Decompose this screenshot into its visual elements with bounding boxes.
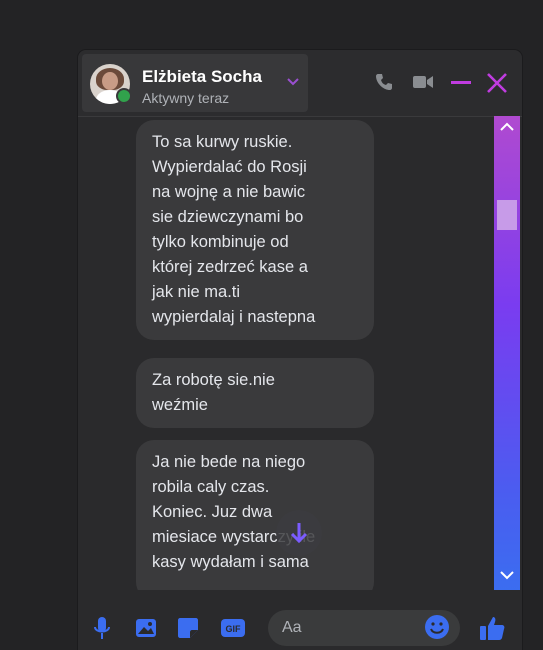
contact-name: Elżbieta Socha [142,67,262,86]
message-line: Ja nie bede na niego [152,453,306,471]
sticker-icon[interactable] [176,616,200,645]
chat-window: Elżbieta Socha Aktywny teraz To sa kurwy… [78,50,522,650]
message-line: wypierdalaj i nastepna [152,308,316,326]
scroll-down-icon[interactable] [497,566,517,589]
thumbs-up-icon[interactable] [478,614,506,647]
message-line: Koniec. Juz dwa [152,503,273,521]
message-line: To sa kurwy ruskie. [152,133,293,151]
scrollbar-thumb[interactable] [497,200,517,230]
minimize-icon[interactable] [450,74,472,95]
chevron-down-icon[interactable] [286,74,300,93]
message-line: na wojnę a nie bawic [152,183,306,201]
video-icon[interactable] [412,72,434,97]
message-line: Za robotę sie.nie [152,371,275,389]
svg-text:GIF: GIF [226,624,242,634]
message-line: robila caly czas. [152,478,270,496]
contact-status: Aktywny teraz [142,90,230,106]
message-line: weźmie [152,396,208,414]
scrollbar[interactable] [494,116,520,590]
emoji-icon[interactable] [424,614,450,645]
chat-header: Elżbieta Socha Aktywny teraz [78,50,522,117]
online-status-dot [116,88,132,104]
message-bubble[interactable]: Za robotę sie.nie weźmie [136,358,374,428]
message-line: Wypierdalać do Rosji [152,158,307,176]
image-icon[interactable] [134,616,158,645]
composer-bar: GIF [78,600,522,650]
message-bubble[interactable]: Ja nie bede na niego robila caly czas. K… [136,440,374,590]
phone-icon[interactable] [374,72,394,97]
close-icon[interactable] [486,72,508,99]
message-bubble[interactable]: To sa kurwy ruskie. Wypierdalać do Rosji… [136,120,374,340]
message-line: kasy wydałam i sama [152,553,309,571]
message-line: sie dziewczynami bo [152,208,304,226]
message-line: której zedrzeć kase a [152,258,308,276]
contact-info[interactable]: Elżbieta Socha Aktywny teraz [82,54,308,112]
jump-to-latest-button[interactable] [276,510,322,556]
mic-icon[interactable] [92,616,112,647]
message-line: miesiace wystarczy ile [152,528,316,546]
gif-icon[interactable]: GIF [220,616,246,645]
arrow-down-icon [290,523,308,544]
message-line: jak nie ma.ti [152,283,241,301]
message-line: tylko kombinuje od [152,233,289,251]
scroll-up-icon[interactable] [497,118,517,141]
